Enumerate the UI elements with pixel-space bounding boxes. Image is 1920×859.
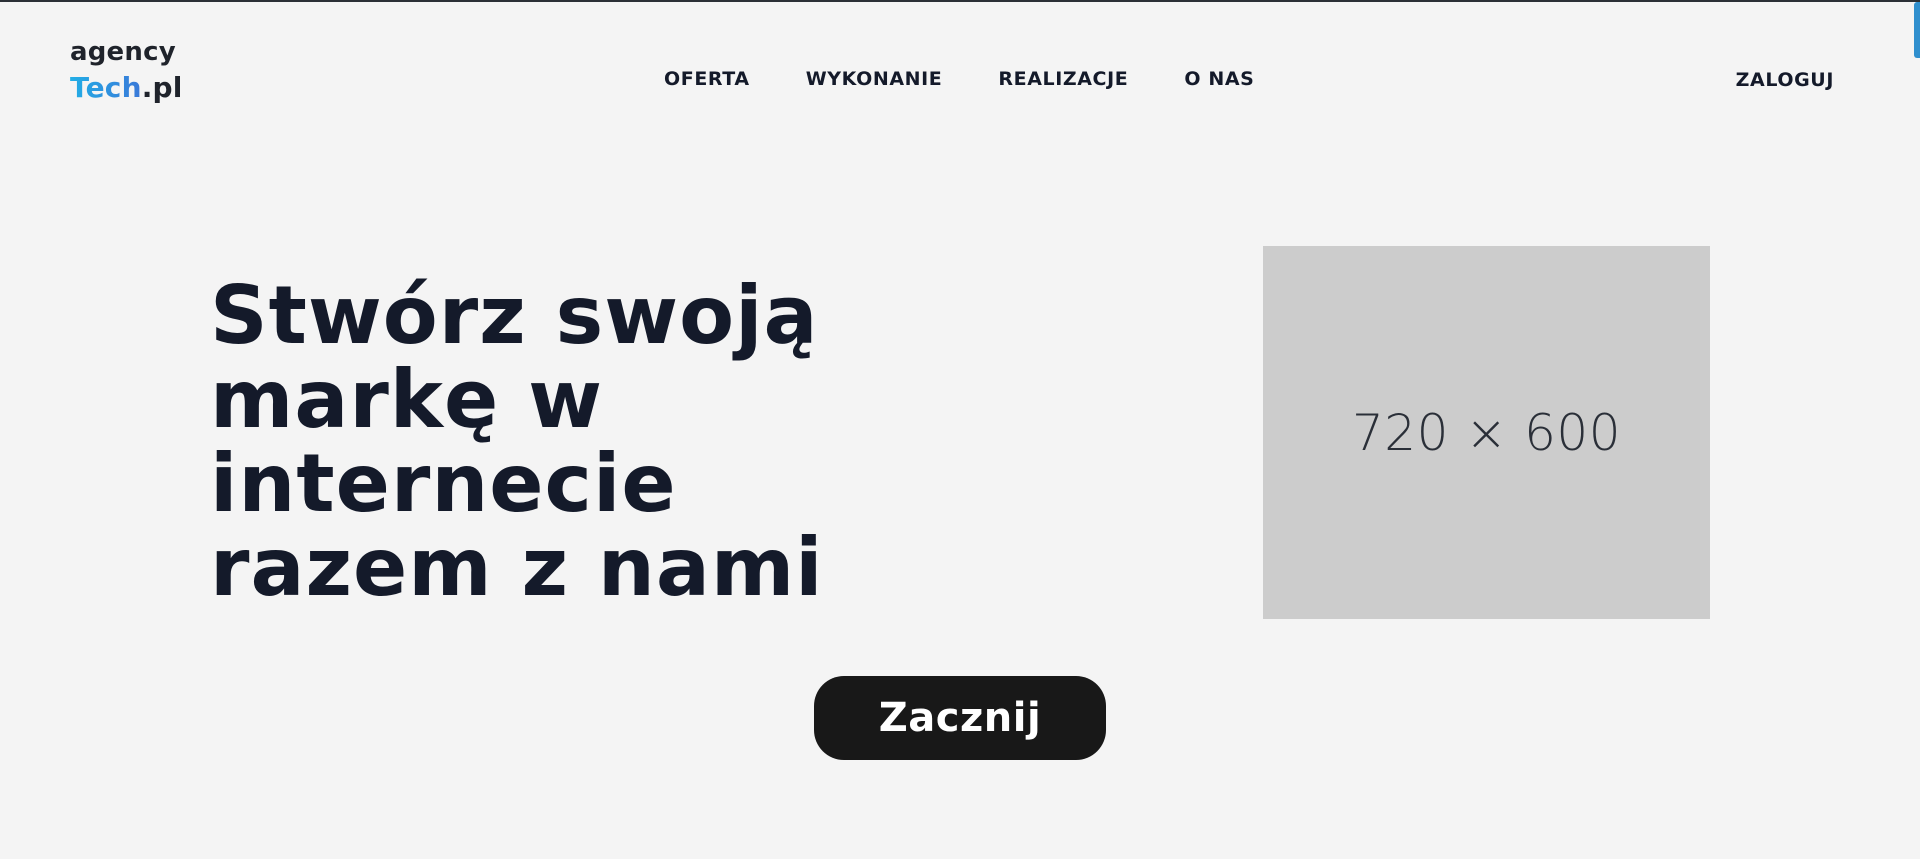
logo-line-agency: agency [70, 37, 176, 67]
placeholder-dimensions: 720 × 600 [1351, 403, 1622, 462]
site-logo[interactable]: agency Tech.pl [70, 34, 183, 106]
login-link[interactable]: ZALOGUJ [1736, 68, 1834, 92]
start-button[interactable]: Zacznij [814, 676, 1106, 760]
hero-title-line: internecie [210, 437, 677, 530]
hero-title-line: razem z nami [210, 521, 824, 614]
hero-title-line: Stwórz swoją [210, 269, 819, 362]
nav-item-wykonanie[interactable]: WYKONANIE [806, 67, 943, 91]
logo-domain-suffix: .pl [141, 71, 183, 104]
nav-item-oferta[interactable]: OFERTA [664, 67, 750, 91]
logo-tech: Tech [70, 71, 142, 104]
main-nav: OFERTA WYKONANIE REALIZACJE O NAS [664, 67, 1254, 91]
nav-item-realizacje[interactable]: REALIZACJE [998, 67, 1128, 91]
logo-line-domain: Tech.pl [70, 70, 183, 106]
hero-image-placeholder: 720 × 600 [1263, 246, 1710, 619]
scroll-indicator[interactable] [1914, 2, 1920, 58]
top-border [0, 0, 1920, 2]
hero-title-line: markę w [210, 353, 604, 446]
hero-title: Stwórz swoją markę w internecie razem z … [210, 274, 850, 610]
nav-item-o-nas[interactable]: O NAS [1184, 67, 1254, 91]
